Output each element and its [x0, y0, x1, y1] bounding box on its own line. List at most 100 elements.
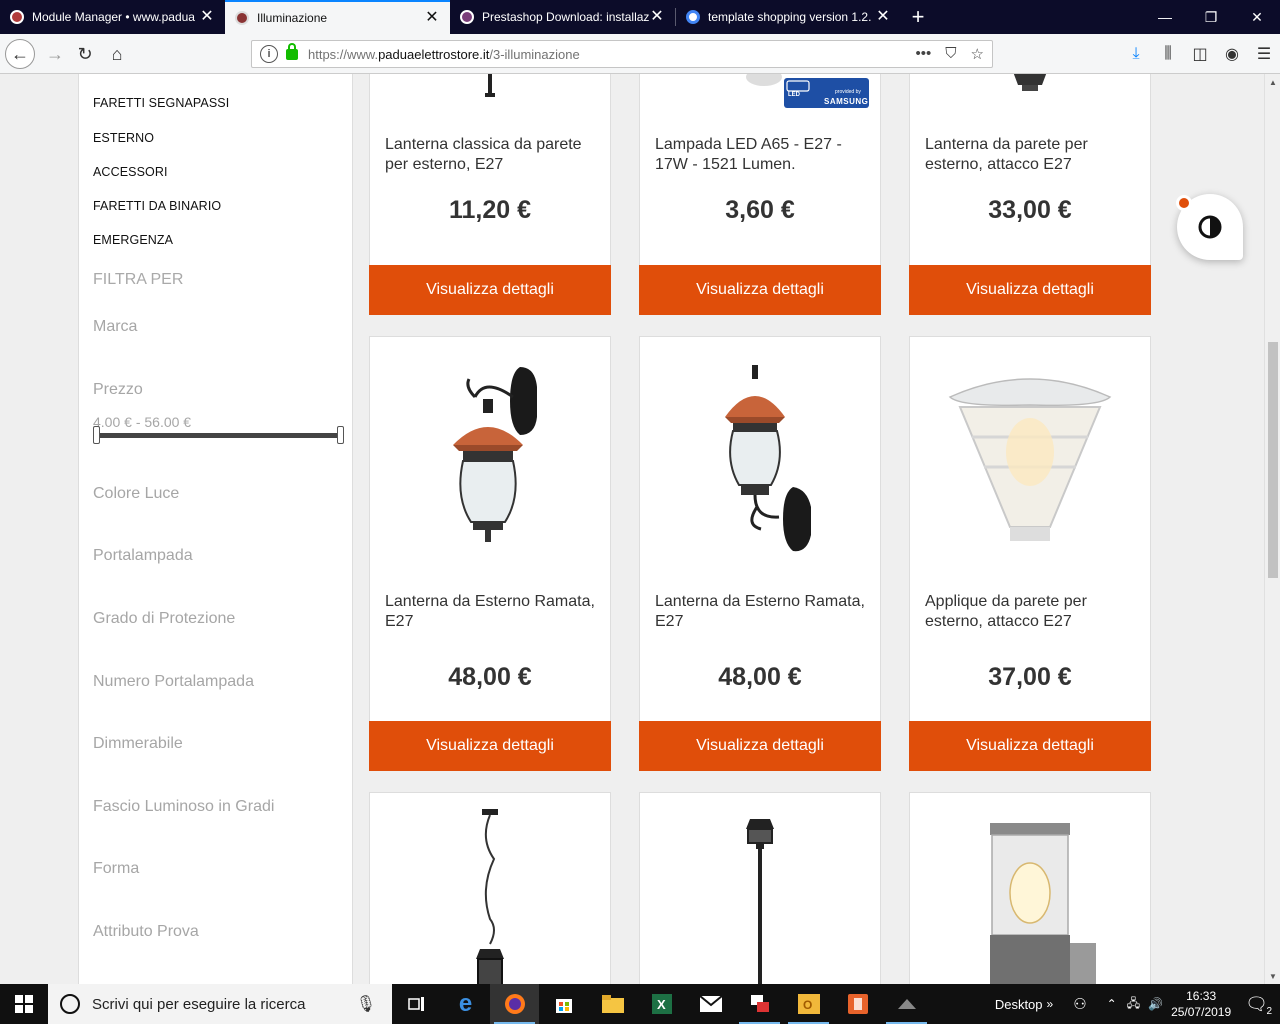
view-details-button[interactable]: Visualizza dettagli — [909, 721, 1151, 771]
scrollbar-thumb[interactable] — [1268, 342, 1278, 578]
library-icon[interactable]: ⫼ — [1152, 39, 1184, 69]
product-image[interactable] — [640, 809, 880, 984]
close-icon[interactable]: ✕ — [199, 9, 215, 25]
product-card[interactable]: LED provided by SAMSUNG Lampada LED A65 … — [639, 74, 881, 266]
product-card[interactable]: Lanterna classica da parete per esterno,… — [369, 74, 611, 266]
contrast-toggle-button[interactable] — [1176, 194, 1243, 260]
view-details-button[interactable]: Visualizza dettagli — [369, 265, 611, 315]
forward-button[interactable]: → — [40, 39, 70, 69]
filter-dimmerabile[interactable]: Dimmerabile — [93, 735, 183, 753]
store-icon[interactable] — [539, 984, 588, 1024]
close-icon[interactable]: ✕ — [649, 9, 665, 25]
minimize-button[interactable]: — — [1142, 0, 1188, 34]
tab-prestashop-download[interactable]: Prestashop Download: installaz ✕ — [450, 0, 675, 34]
product-image[interactable] — [910, 74, 1150, 105]
view-details-button[interactable]: Visualizza dettagli — [369, 721, 611, 771]
product-image[interactable] — [370, 357, 610, 562]
tab-illuminazione[interactable]: Illuminazione ✕ — [225, 0, 450, 34]
office-app-icon[interactable] — [833, 984, 882, 1024]
filter-forma[interactable]: Forma — [93, 860, 139, 878]
close-window-button[interactable]: ✕ — [1234, 0, 1280, 34]
price-range-max-handle[interactable] — [337, 426, 344, 444]
close-icon[interactable]: ✕ — [875, 9, 891, 25]
desktop-toolbar-label[interactable]: Desktop — [995, 997, 1043, 1012]
sidebar-icon[interactable]: ◫ — [1184, 39, 1216, 69]
product-image[interactable] — [640, 357, 880, 562]
filter-marca[interactable]: Marca — [93, 318, 137, 336]
category-link-accessori[interactable]: ACCESSORI — [93, 165, 168, 179]
lock-icon[interactable] — [286, 42, 298, 60]
filter-portalampada[interactable]: Portalampada — [93, 547, 193, 565]
back-button[interactable]: ← — [5, 39, 35, 69]
pocket-icon[interactable]: ⛉ — [945, 45, 956, 63]
scroll-down-arrow-icon[interactable]: ▼ — [1265, 968, 1280, 984]
notifications-icon[interactable]: 🗨 2 — [1245, 994, 1272, 1017]
home-button[interactable]: ⌂ — [102, 39, 132, 69]
file-explorer-icon[interactable] — [588, 984, 637, 1024]
account-icon[interactable]: ◉ — [1216, 39, 1248, 69]
menu-icon[interactable]: ☰ — [1248, 39, 1280, 69]
filter-attributo-prova[interactable]: Attributo Prova — [93, 923, 199, 941]
price-range-track[interactable] — [96, 433, 341, 438]
edge-icon[interactable]: e — [441, 984, 490, 1024]
product-name[interactable]: Lanterna classica da parete per esterno,… — [385, 135, 595, 175]
maximize-button[interactable]: ❐ — [1188, 0, 1234, 34]
volume-icon[interactable]: 🔊 — [1148, 997, 1163, 1011]
price-range-min-handle[interactable] — [93, 426, 100, 444]
download-icon[interactable]: ⤓ — [1120, 39, 1152, 69]
product-name[interactable]: Applique da parete per esterno, attacco … — [925, 592, 1135, 632]
category-link-emergenza[interactable]: EMERGENZA — [93, 233, 173, 247]
close-icon[interactable]: ✕ — [424, 10, 440, 26]
product-card[interactable] — [369, 792, 611, 984]
category-link-faretti-da-binario[interactable]: FARETTI DA BINARIO — [93, 199, 221, 213]
product-image[interactable] — [370, 809, 610, 984]
remote-desktop-icon[interactable] — [735, 984, 784, 1024]
reload-button[interactable]: ↻ — [70, 39, 100, 69]
tab-template-shopping[interactable]: template shopping version 1.2. ✕ — [676, 0, 901, 34]
scroll-up-arrow-icon[interactable]: ▲ — [1265, 74, 1280, 90]
view-details-button[interactable]: Visualizza dettagli — [639, 265, 881, 315]
product-image[interactable] — [370, 74, 610, 105]
filter-colore-luce[interactable]: Colore Luce — [93, 485, 179, 503]
filter-prezzo[interactable]: Prezzo — [93, 381, 143, 399]
address-bar[interactable]: i https://www. paduaelettrostore.it/3-ill… — [251, 40, 993, 68]
category-link-faretti-segnapassi[interactable]: FARETTI SEGNAPASSI — [93, 96, 229, 110]
people-icon[interactable]: ⚇ — [1073, 995, 1086, 1013]
taskbar-search-box[interactable]: Scrivi qui per eseguire la ricerca 🎙 — [48, 984, 392, 1024]
product-name[interactable]: Lanterna da Esterno Ramata, E27 — [655, 592, 865, 632]
chevron-up-icon[interactable]: ⌃ — [1107, 997, 1117, 1011]
info-icon[interactable]: i — [260, 45, 278, 63]
product-name[interactable]: Lampada LED A65 - E27 - 17W - 1521 Lumen… — [655, 135, 865, 175]
product-image[interactable] — [910, 357, 1150, 562]
network-icon[interactable]: 🖧 — [1127, 994, 1140, 1015]
excel-icon[interactable]: X — [637, 984, 686, 1024]
bookmark-star-icon[interactable]: ☆ — [971, 45, 984, 63]
page-actions-icon[interactable]: ••• — [916, 45, 932, 63]
filter-fascio-luminoso[interactable]: Fascio Luminoso in Gradi — [93, 798, 274, 816]
filter-numero-portalampada[interactable]: Numero Portalampada — [93, 673, 254, 691]
firefox-icon[interactable] — [490, 984, 539, 1024]
product-card[interactable] — [639, 792, 881, 984]
network-app-icon[interactable] — [882, 984, 931, 1024]
product-card[interactable] — [909, 792, 1151, 984]
mail-icon[interactable] — [686, 984, 735, 1024]
microphone-icon[interactable]: 🎙 — [356, 994, 376, 1014]
view-details-button[interactable]: Visualizza dettagli — [909, 265, 1151, 315]
product-card[interactable]: Lanterna da Esterno Ramata, E27 48,00 € — [639, 336, 881, 722]
page-scrollbar[interactable]: ▲ ▼ — [1264, 74, 1280, 984]
product-name[interactable]: Lanterna da Esterno Ramata, E27 — [385, 592, 595, 632]
task-view-icon[interactable] — [392, 984, 441, 1024]
product-image[interactable] — [910, 813, 1150, 984]
clock[interactable]: 16:33 25/07/2019 — [1171, 988, 1231, 1020]
filter-grado-di-protezione[interactable]: Grado di Protezione — [93, 610, 235, 628]
tab-module-manager[interactable]: Module Manager • www.padua ✕ — [0, 0, 225, 34]
outlook-icon[interactable]: O — [784, 984, 833, 1024]
new-tab-button[interactable]: + — [901, 0, 935, 34]
chevron-right-icon[interactable]: » — [1047, 997, 1054, 1011]
product-card[interactable]: Lanterna da Esterno Ramata, E27 48,00 € — [369, 336, 611, 722]
product-card[interactable]: Applique da parete per esterno, attacco … — [909, 336, 1151, 722]
start-button[interactable] — [0, 984, 48, 1024]
view-details-button[interactable]: Visualizza dettagli — [639, 721, 881, 771]
product-name[interactable]: Lanterna da parete per esterno, attacco … — [925, 135, 1135, 175]
category-link-esterno[interactable]: ESTERNO — [93, 131, 154, 145]
